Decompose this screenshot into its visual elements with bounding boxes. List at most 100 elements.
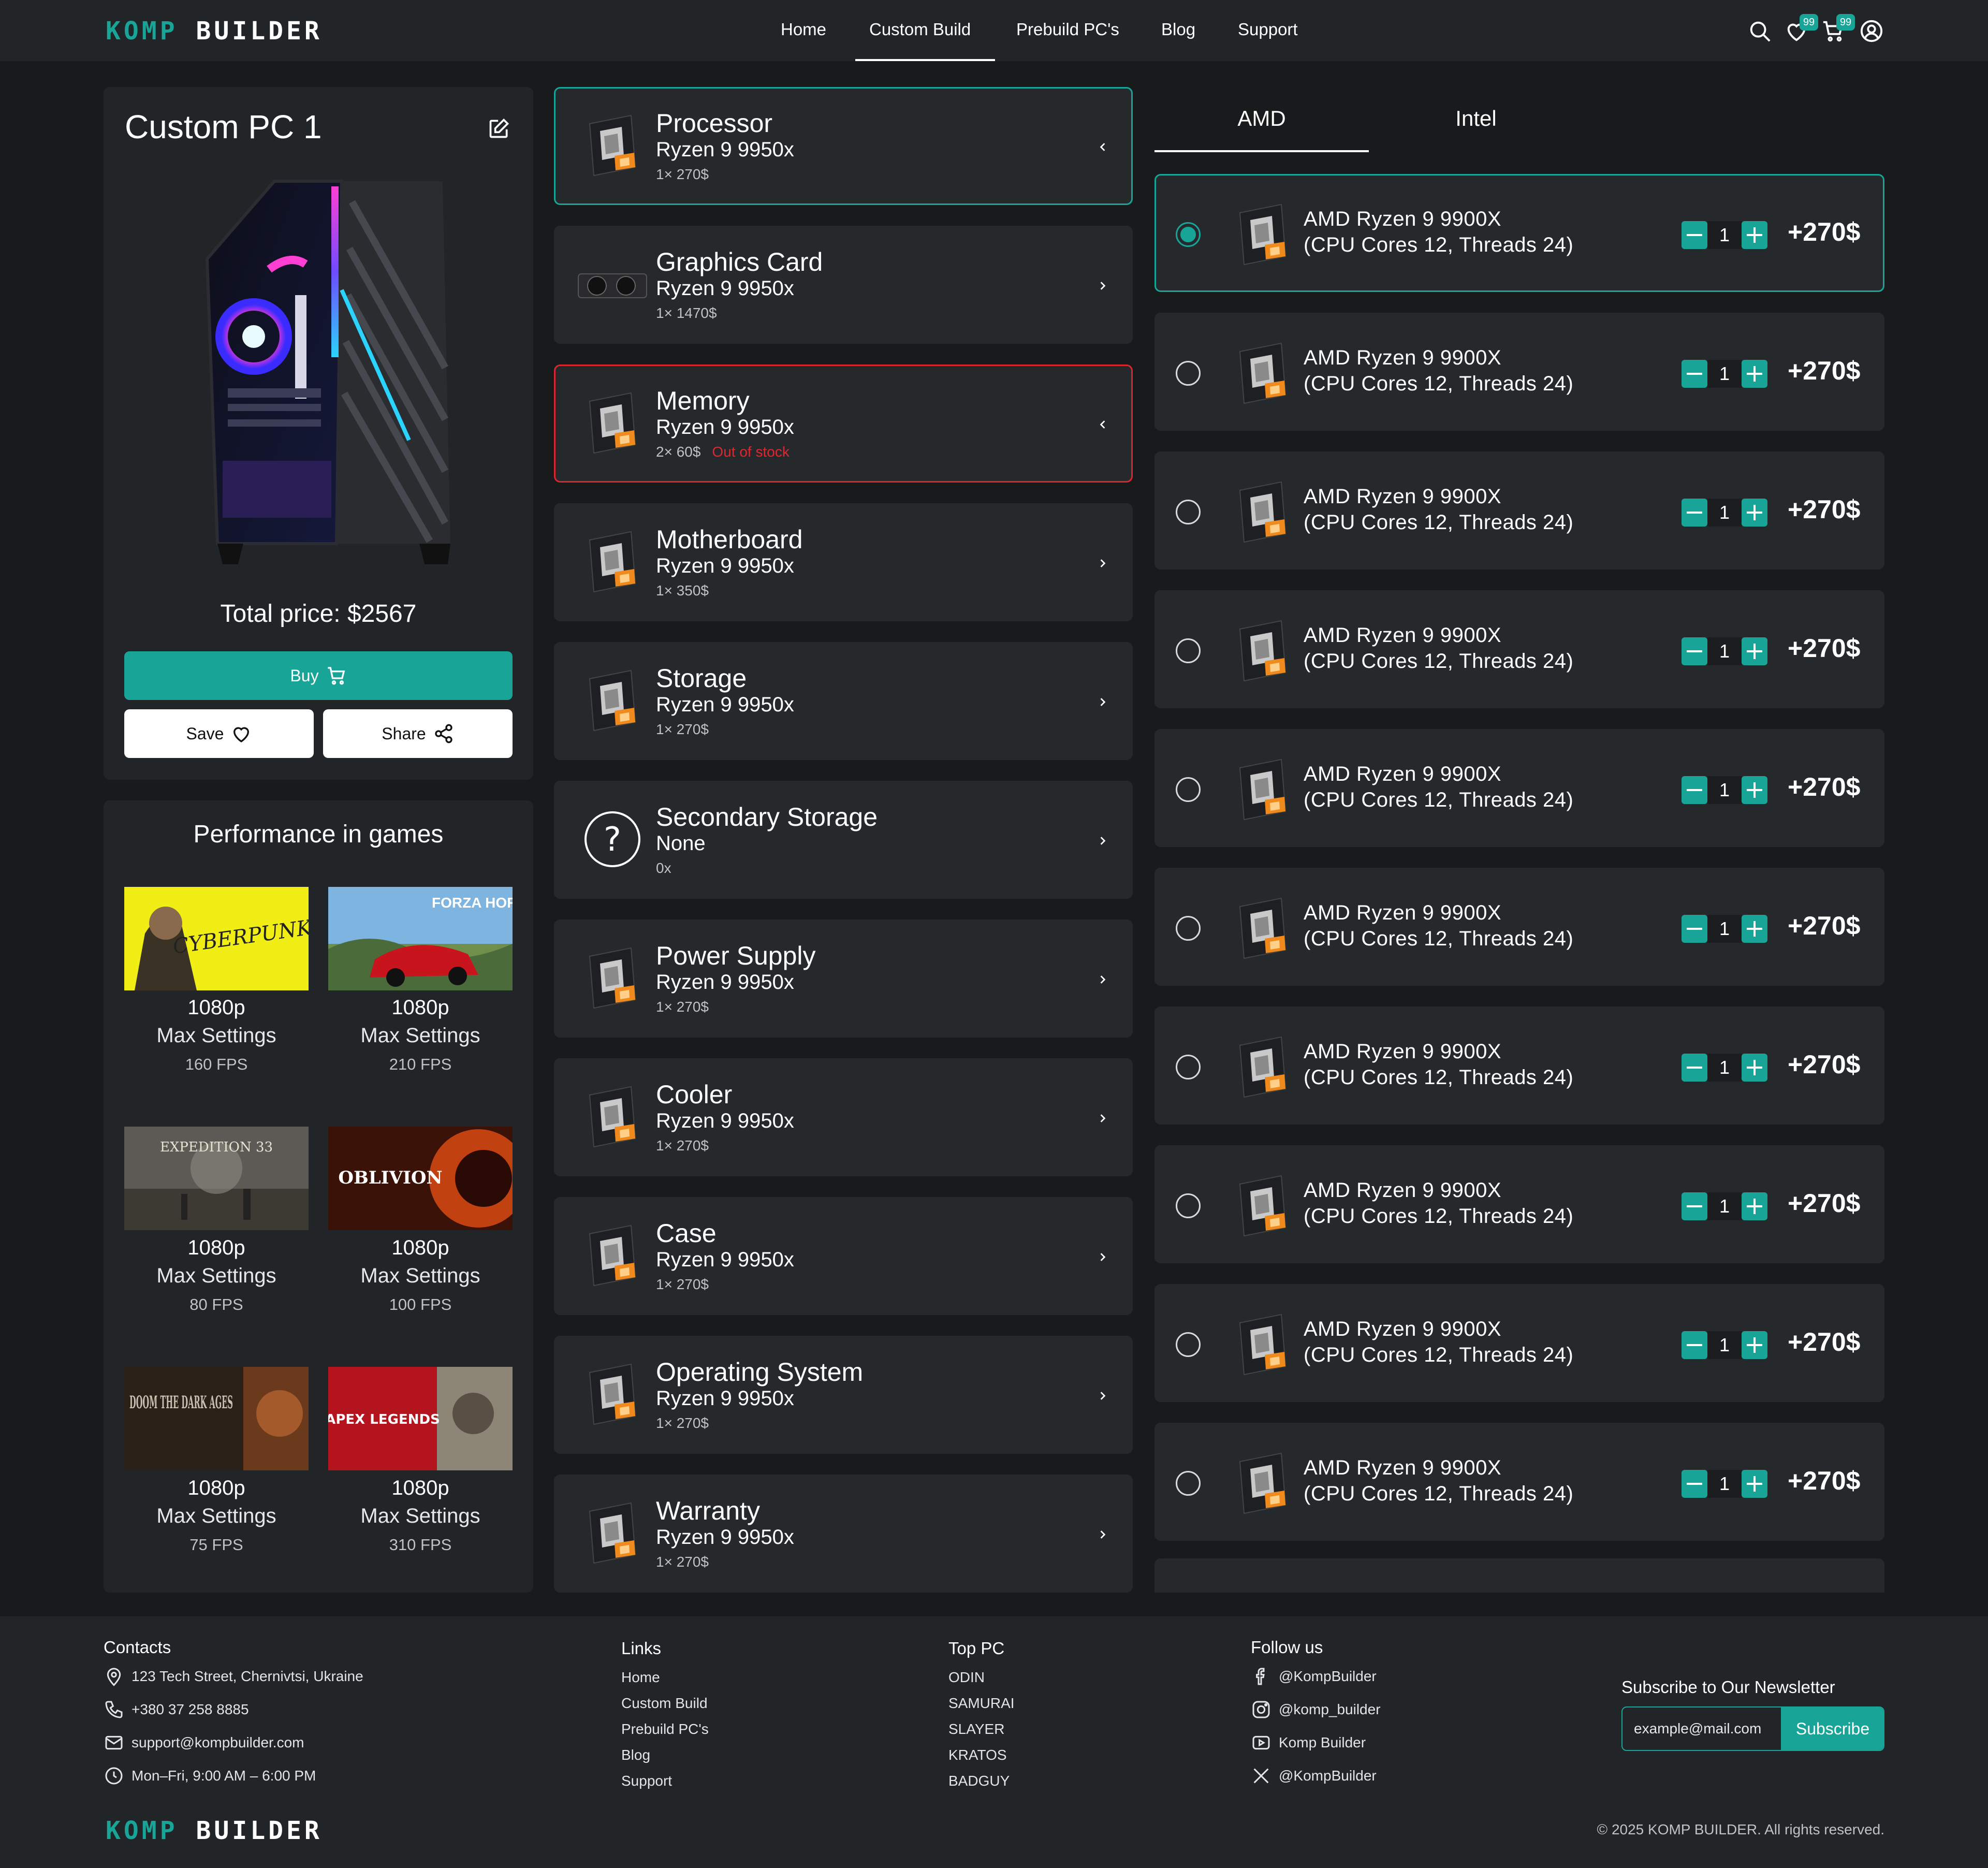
quantity-value[interactable]: 1 xyxy=(1707,1054,1742,1082)
nav-prebuild-pcs[interactable]: Prebuild PC's xyxy=(1016,20,1119,39)
quantity-value[interactable]: 1 xyxy=(1707,360,1742,388)
component-row-case[interactable]: Case Ryzen 9 9950x 1× 270$ xyxy=(554,1197,1133,1315)
component-row-storage[interactable]: Storage Ryzen 9 9950x 1× 270$ xyxy=(554,642,1133,760)
product-radio[interactable] xyxy=(1176,222,1201,247)
chevron-right-icon[interactable] xyxy=(1094,554,1112,572)
chevron-right-icon[interactable] xyxy=(1094,693,1112,711)
product-row[interactable]: AMD Ryzen 9 9900X (CPU Cores 12, Threads … xyxy=(1154,868,1884,986)
quantity-decrease-button[interactable] xyxy=(1682,915,1707,943)
nav-custom-build[interactable]: Custom Build xyxy=(869,20,971,39)
social-instagram-link[interactable]: @komp_builder xyxy=(1251,1699,1381,1720)
component-row-motherboard[interactable]: Motherboard Ryzen 9 9950x 1× 350$ xyxy=(554,503,1133,621)
chevron-right-icon[interactable] xyxy=(1094,1526,1112,1543)
quantity-increase-button[interactable] xyxy=(1742,1470,1767,1498)
product-radio[interactable] xyxy=(1176,1193,1201,1218)
tab-intel[interactable]: Intel xyxy=(1369,106,1583,131)
quantity-increase-button[interactable] xyxy=(1742,776,1767,804)
quantity-value[interactable]: 1 xyxy=(1707,221,1742,249)
quantity-decrease-button[interactable] xyxy=(1682,1331,1707,1359)
chevron-left-icon[interactable] xyxy=(1094,416,1112,433)
footer-link-custom-build[interactable]: Custom Build xyxy=(621,1695,708,1712)
footer-toppc-odin[interactable]: ODIN xyxy=(948,1669,985,1686)
quantity-value[interactable]: 1 xyxy=(1707,499,1742,527)
quantity-value[interactable]: 1 xyxy=(1707,637,1742,665)
component-row-memory[interactable]: Memory Ryzen 9 9950x 2× 60$ Out of stock xyxy=(554,364,1133,483)
user-account-icon[interactable] xyxy=(1860,19,1883,43)
nav-support[interactable]: Support xyxy=(1238,20,1298,39)
subscribe-button[interactable]: Subscribe xyxy=(1781,1708,1883,1750)
social-youtube-link[interactable]: Komp Builder xyxy=(1251,1732,1366,1753)
quantity-increase-button[interactable] xyxy=(1742,1054,1767,1082)
tab-amd[interactable]: AMD xyxy=(1154,106,1369,131)
product-row[interactable]: AMD Ryzen 9 9900X (CPU Cores 12, Threads … xyxy=(1154,729,1884,847)
product-row[interactable]: AMD Ryzen 9 9900X (CPU Cores 12, Threads … xyxy=(1154,1145,1884,1263)
footer-toppc-badguy[interactable]: BADGUY xyxy=(948,1773,1010,1789)
product-row[interactable]: AMD Ryzen 9 9900X (CPU Cores 12, Threads … xyxy=(1154,1006,1884,1125)
footer-link-blog[interactable]: Blog xyxy=(621,1747,650,1763)
footer-brand-logo[interactable]: KOMP BUILDER xyxy=(106,1816,323,1845)
footer-link-home[interactable]: Home xyxy=(621,1669,660,1686)
quantity-increase-button[interactable] xyxy=(1742,221,1767,249)
component-row-operating-system[interactable]: Operating System Ryzen 9 9950x 1× 270$ xyxy=(554,1336,1133,1454)
social-x-link[interactable]: @KompBuilder xyxy=(1251,1765,1377,1786)
quantity-decrease-button[interactable] xyxy=(1682,499,1707,527)
quantity-value[interactable]: 1 xyxy=(1707,915,1742,943)
buy-button[interactable]: Buy xyxy=(124,651,513,700)
quantity-value[interactable]: 1 xyxy=(1707,776,1742,804)
quantity-decrease-button[interactable] xyxy=(1682,1470,1707,1498)
footer-toppc-samurai[interactable]: SAMURAI xyxy=(948,1695,1015,1712)
product-row[interactable]: AMD Ryzen 9 9900X (CPU Cores 12, Threads … xyxy=(1154,1284,1884,1402)
chevron-left-icon[interactable] xyxy=(1094,138,1112,156)
footer-link-support[interactable]: Support xyxy=(621,1773,672,1789)
chevron-right-icon[interactable] xyxy=(1094,832,1112,850)
component-row-warranty[interactable]: Warranty Ryzen 9 9950x 1× 270$ xyxy=(554,1475,1133,1593)
quantity-increase-button[interactable] xyxy=(1742,1331,1767,1359)
product-row[interactable]: AMD Ryzen 9 9900X (CPU Cores 12, Threads … xyxy=(1154,174,1884,292)
search-icon[interactable] xyxy=(1748,19,1772,43)
product-row[interactable]: AMD Ryzen 9 9900X (CPU Cores 12, Threads … xyxy=(1154,590,1884,708)
social-facebook-link[interactable]: @KompBuilder xyxy=(1251,1666,1377,1687)
product-radio[interactable] xyxy=(1176,777,1201,802)
quantity-decrease-button[interactable] xyxy=(1682,776,1707,804)
product-radio[interactable] xyxy=(1176,638,1201,663)
quantity-increase-button[interactable] xyxy=(1742,637,1767,665)
save-button[interactable]: Save xyxy=(124,709,314,758)
footer-phone[interactable]: +380 37 258 8885 xyxy=(104,1699,249,1720)
edit-icon[interactable] xyxy=(488,117,510,140)
chevron-right-icon[interactable] xyxy=(1094,971,1112,988)
nav-home[interactable]: Home xyxy=(781,20,826,39)
product-row[interactable]: AMD Ryzen 9 9900X (CPU Cores 12, Threads … xyxy=(1154,451,1884,570)
component-row-power-supply[interactable]: Power Supply Ryzen 9 9950x 1× 270$ xyxy=(554,920,1133,1038)
product-row[interactable]: AMD Ryzen 9 9900X (CPU Cores 12, Threads … xyxy=(1154,313,1884,431)
product-radio[interactable] xyxy=(1176,500,1201,524)
component-row-secondary-storage[interactable]: ? Secondary Storage None 0x xyxy=(554,781,1133,899)
chevron-right-icon[interactable] xyxy=(1094,1387,1112,1405)
quantity-increase-button[interactable] xyxy=(1742,1192,1767,1220)
quantity-decrease-button[interactable] xyxy=(1682,360,1707,388)
component-row-graphics-card[interactable]: Graphics Card Ryzen 9 9950x 1× 1470$ xyxy=(554,226,1133,344)
component-row-cooler[interactable]: Cooler Ryzen 9 9950x 1× 270$ xyxy=(554,1058,1133,1176)
chevron-right-icon[interactable] xyxy=(1094,1248,1112,1266)
quantity-value[interactable]: 1 xyxy=(1707,1470,1742,1498)
footer-toppc-slayer[interactable]: SLAYER xyxy=(948,1721,1004,1738)
chevron-right-icon[interactable] xyxy=(1094,277,1112,295)
quantity-increase-button[interactable] xyxy=(1742,360,1767,388)
footer-toppc-kratos[interactable]: KRATOS xyxy=(948,1747,1007,1763)
product-radio[interactable] xyxy=(1176,1055,1201,1079)
product-row[interactable]: AMD Ryzen 9 9900X (CPU Cores 12, Threads … xyxy=(1154,1423,1884,1541)
newsletter-email-input[interactable] xyxy=(1622,1708,1781,1750)
brand-logo[interactable]: KOMP BUILDER xyxy=(106,17,323,46)
product-radio[interactable] xyxy=(1176,1471,1201,1496)
quantity-decrease-button[interactable] xyxy=(1682,637,1707,665)
quantity-increase-button[interactable] xyxy=(1742,499,1767,527)
footer-email[interactable]: support@kompbuilder.com xyxy=(104,1732,304,1753)
quantity-decrease-button[interactable] xyxy=(1682,1192,1707,1220)
product-radio[interactable] xyxy=(1176,361,1201,386)
quantity-decrease-button[interactable] xyxy=(1682,1054,1707,1082)
share-button[interactable]: Share xyxy=(323,709,513,758)
product-radio[interactable] xyxy=(1176,916,1201,941)
quantity-value[interactable]: 1 xyxy=(1707,1192,1742,1220)
nav-blog[interactable]: Blog xyxy=(1161,20,1195,39)
quantity-decrease-button[interactable] xyxy=(1682,221,1707,249)
product-radio[interactable] xyxy=(1176,1332,1201,1357)
